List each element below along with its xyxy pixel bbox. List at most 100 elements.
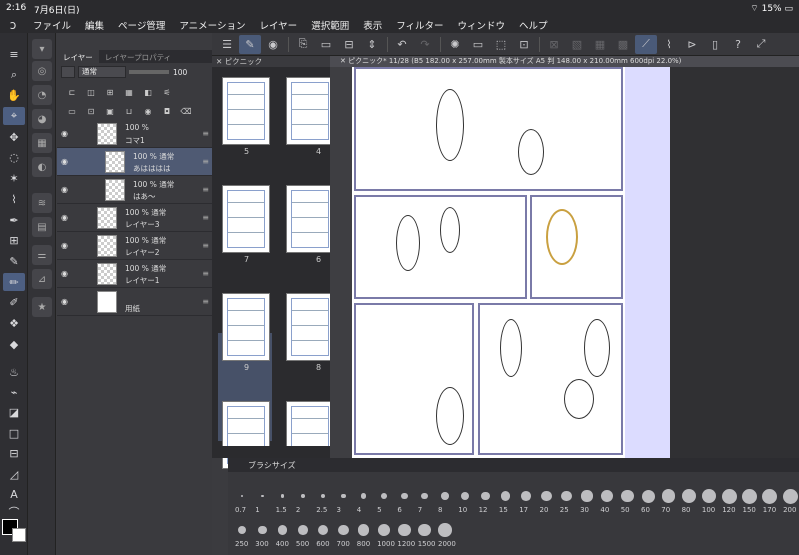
layer-row[interactable]: ◉ 100 % 通常 レイヤー3 ≡ — [57, 204, 212, 232]
brush-size-dot[interactable] — [258, 525, 267, 535]
redo-icon[interactable]: ↷ — [414, 35, 436, 54]
layer-menu-icon[interactable]: ≡ — [202, 129, 209, 138]
ruler-icon[interactable]: ⊟ — [3, 444, 25, 462]
deselect-icon[interactable]: ⬚ — [490, 35, 512, 54]
menu-animation[interactable]: アニメーション — [172, 18, 252, 32]
brush-size-dot[interactable] — [321, 493, 326, 499]
layer-panel-icon[interactable]: ≋ — [32, 193, 52, 213]
magic-wand-icon[interactable]: ✶ — [3, 169, 25, 187]
background-color[interactable] — [12, 528, 26, 542]
device-icon[interactable]: ▯ — [704, 35, 726, 54]
fill-bucket-icon[interactable]: ◪ — [3, 403, 25, 421]
brush-size-dot[interactable] — [438, 523, 452, 537]
blend-mode-select[interactable]: 通常 — [78, 66, 126, 78]
frame-icon[interactable]: ⊞ — [3, 231, 25, 249]
brush-size-dot[interactable] — [338, 524, 349, 536]
ruler-layer-icon[interactable]: ⚟ — [160, 86, 174, 98]
help-icon[interactable]: ? — [727, 35, 749, 54]
brush-size-dot[interactable] — [762, 488, 778, 504]
new-vector-icon[interactable]: ⊡ — [84, 105, 98, 117]
edit-mode-icon[interactable]: ✎ — [239, 34, 261, 54]
layer-row[interactable]: ◉ 100 % コマ1 ≡ — [57, 120, 212, 148]
brush-size-dot[interactable] — [421, 492, 429, 500]
clip-icon[interactable]: ⊏ — [65, 86, 79, 98]
apply-mask-icon[interactable]: ◘ — [160, 105, 174, 117]
brush-size-dot[interactable] — [278, 525, 288, 535]
quick-access-icon[interactable]: ◉ — [262, 35, 284, 54]
merge-icon[interactable]: ⊔ — [122, 105, 136, 117]
brush-size-dot[interactable] — [742, 488, 757, 504]
pen-brush-icon[interactable]: ⌇ — [658, 35, 680, 54]
search-layer-icon[interactable]: ⊿ — [32, 269, 52, 289]
brush-size-dot[interactable] — [461, 491, 470, 501]
frame-border-icon[interactable]: ◿ — [3, 465, 25, 483]
mask-add-icon[interactable]: ◉ — [141, 105, 155, 117]
brush-size-tab[interactable]: ブラシサイズ — [228, 458, 799, 472]
brush-size-dot[interactable] — [481, 491, 490, 501]
layer-row[interactable]: ◉ 用紙 ≡ — [57, 288, 212, 316]
crop-icon[interactable]: ⊠ — [543, 35, 565, 54]
brush-size-dot[interactable] — [721, 488, 737, 504]
hamburger-icon[interactable]: ☰ — [216, 35, 238, 54]
brush-size-dot[interactable] — [661, 489, 676, 503]
visibility-icon[interactable]: ◉ — [61, 157, 68, 166]
brush-size-dot[interactable] — [378, 524, 391, 536]
brush-size-dot[interactable] — [441, 492, 449, 500]
brush-size-dot[interactable] — [681, 488, 696, 504]
visibility-icon[interactable]: ◉ — [61, 213, 68, 222]
zoom-icon[interactable]: ⌕ — [3, 66, 25, 84]
page-thumbnail[interactable] — [222, 77, 270, 145]
layer-row[interactable]: ◉ 100 % 通常 あはははは ≡ — [57, 148, 212, 176]
color-wheel-icon[interactable]: ◕ — [32, 109, 52, 129]
pencil-icon[interactable]: ✏ — [3, 273, 25, 291]
new-folder-icon[interactable]: ▣ — [103, 105, 117, 117]
color-set-icon[interactable]: ▦ — [32, 133, 52, 153]
page-thumbnail[interactable] — [222, 293, 270, 361]
eraser-icon[interactable]: ◆ — [3, 335, 25, 353]
page-thumbnail[interactable] — [286, 185, 334, 253]
brush-size-dot[interactable] — [541, 490, 552, 502]
menu-selection[interactable]: 選択範囲 — [304, 18, 356, 32]
deco-icon[interactable]: ♨ — [3, 363, 25, 381]
clear-icon[interactable]: ▧ — [566, 35, 588, 54]
brush-size-dot[interactable] — [398, 523, 411, 537]
eyedropper-icon[interactable]: ⌇ — [3, 190, 25, 208]
tone-icon[interactable]: ▦ — [589, 35, 611, 54]
brush-size-dot[interactable] — [782, 488, 798, 504]
brush-size-dot[interactable] — [301, 494, 305, 498]
navigator-icon[interactable]: ▤ — [32, 217, 52, 237]
canvas-area[interactable]: ✕ ピクニック* 11/28 (B5 182.00 x 257.00mm 製本サ… — [330, 56, 799, 458]
delete-layer-icon[interactable]: ⌫ — [179, 105, 193, 117]
page-scrollbar[interactable] — [212, 446, 330, 458]
flip-icon[interactable]: ⊳ — [681, 35, 703, 54]
undo-icon[interactable]: ↶ — [391, 35, 413, 54]
layer-row[interactable]: ◉ 100 % 通常 レイヤー2 ≡ — [57, 232, 212, 260]
layer-menu-icon[interactable]: ≡ — [202, 297, 209, 306]
brush-size-dot[interactable] — [418, 523, 432, 537]
menu-edit[interactable]: 編集 — [78, 18, 111, 32]
pen-stabilize-icon[interactable]: ⟋ — [635, 34, 657, 54]
brush-size-dot[interactable] — [401, 492, 408, 500]
brush-size-dot[interactable] — [318, 524, 329, 536]
manga-page[interactable] — [352, 67, 625, 458]
save-icon[interactable]: ⊟ — [338, 35, 360, 54]
operation-icon[interactable]: ⌖ — [3, 107, 25, 125]
material-icon[interactable]: ★ — [32, 297, 52, 317]
blend-icon[interactable]: ⌁ — [3, 383, 25, 401]
layer-menu-icon[interactable]: ≡ — [202, 185, 209, 194]
property-icon[interactable]: ⚌ — [32, 245, 52, 265]
menu-layer[interactable]: レイヤー — [252, 18, 304, 32]
brush-size-dot[interactable] — [341, 493, 346, 499]
history-icon[interactable]: ◐ — [32, 157, 52, 177]
airbrush-icon[interactable]: ❖ — [3, 314, 25, 332]
lock-alpha-icon[interactable]: ▦ — [122, 86, 136, 98]
visibility-icon[interactable]: ◉ — [61, 241, 68, 250]
brush-size-dot[interactable] — [581, 490, 593, 502]
brush-size-dot[interactable] — [521, 491, 532, 501]
brush-size-dot[interactable] — [361, 493, 367, 499]
transform-icon[interactable]: ⊡ — [513, 35, 535, 54]
layer-color-icon[interactable] — [61, 66, 75, 78]
brush-size-dot[interactable] — [281, 494, 285, 498]
brush-size-dot[interactable] — [358, 524, 370, 536]
menu-help[interactable]: ヘルプ — [512, 18, 555, 32]
